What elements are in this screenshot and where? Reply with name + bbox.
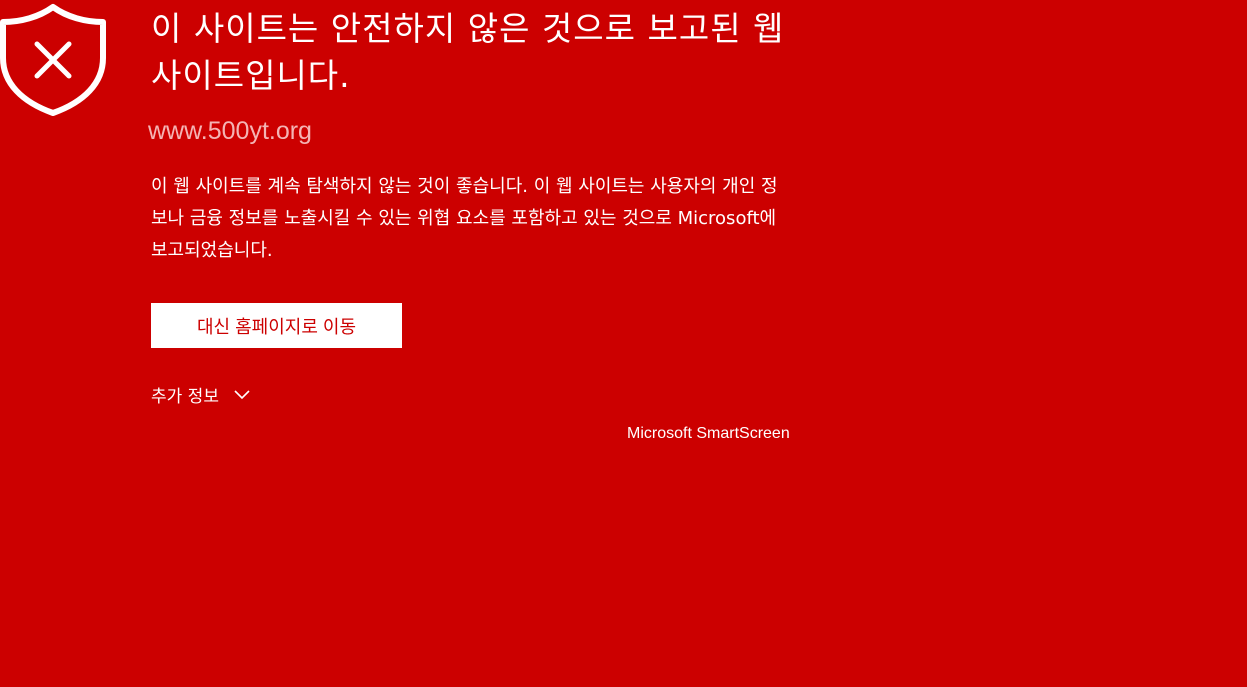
warning-content: 이 사이트는 안전하지 않은 것으로 보고된 웹 사이트입니다. www.500…	[148, 5, 801, 407]
go-to-homepage-button-label: 대신 홈페이지로 이동	[196, 316, 357, 337]
chevron-down-icon	[234, 389, 250, 399]
shield-x-icon	[0, 4, 106, 116]
smartscreen-warning-page: 이 사이트는 안전하지 않은 것으로 보고된 웹 사이트입니다. www.500…	[0, 0, 1247, 687]
smartscreen-branding: Microsoft SmartScreen	[627, 425, 790, 442]
more-info-label: 추가 정보	[151, 387, 219, 407]
blocked-site-url: www.500yt.org	[148, 117, 312, 145]
more-info-toggle[interactable]: 추가 정보	[151, 382, 801, 407]
warning-description: 이 웹 사이트를 계속 탐색하지 않는 것이 좋습니다. 이 웹 사이트는 사용…	[151, 176, 778, 261]
warning-title: 이 사이트는 안전하지 않은 것으로 보고된 웹 사이트입니다.	[151, 9, 785, 95]
go-to-homepage-button[interactable]: 대신 홈페이지로 이동	[151, 303, 402, 348]
